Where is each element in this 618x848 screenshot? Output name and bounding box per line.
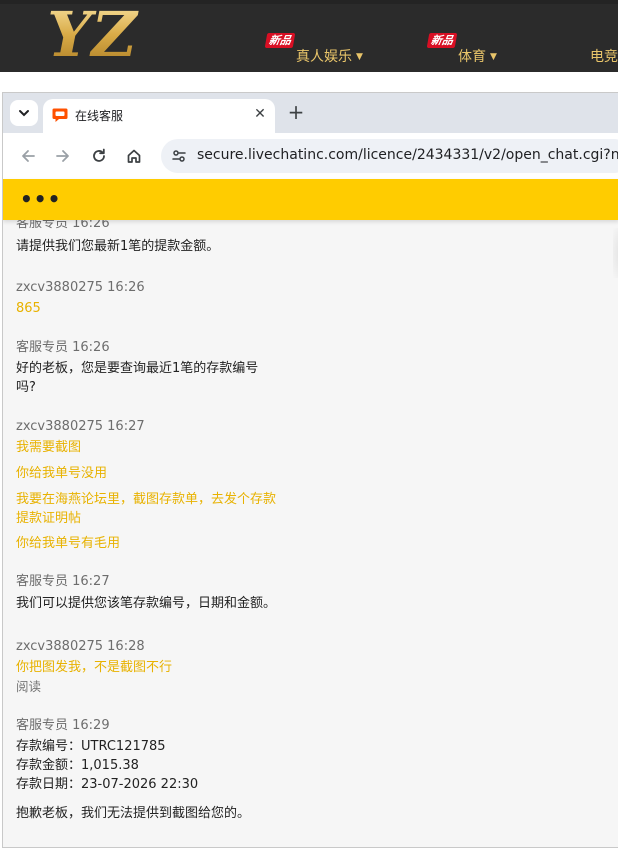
browser-window: 在线客服 ✕ + secure.livechatinc.com/licence/… [2, 92, 618, 848]
new-badge: 新品 [426, 33, 458, 48]
chat-transcript[interactable]: 客服专员 16:26 请提供我们您最新1笔的提款金额。 zxcv3880275 … [3, 216, 618, 847]
more-options-icon[interactable]: ••• [20, 187, 61, 211]
home-icon [127, 149, 141, 163]
chat-message: zxcv3880275 16:26 865 [16, 279, 316, 318]
message-text: 存款编号：UTRC121785 [16, 739, 166, 754]
chat-message: 客服专员 16:26 好的老板，您是要查询最近1笔的存款编号 吗? [16, 339, 316, 397]
read-status: 阅读 [16, 679, 42, 694]
message-text: 存款日期：23-07-2026 22:30 [16, 777, 199, 792]
message-text: 抱歉老板，我们无法提供到截图给您的。 [16, 806, 251, 821]
caret-down-icon: ▼ [490, 52, 497, 62]
back-button[interactable] [17, 145, 39, 167]
message-text: 存款金额：1,015.38 [16, 758, 139, 773]
active-tab[interactable]: 在线客服 ✕ [43, 99, 275, 133]
message-text: 请提供我们您最新1笔的提款金额。 [16, 239, 220, 254]
tab-title: 在线客服 [75, 109, 124, 123]
menu-esports[interactable]: 电竞 [590, 46, 618, 66]
address-bar[interactable]: secure.livechatinc.com/licence/2434331/v… [161, 139, 618, 173]
new-tab-button[interactable]: + [285, 101, 307, 123]
arrow-left-icon [22, 150, 35, 162]
chevron-down-icon [19, 110, 29, 117]
site-header: YZ 新品 真人娱乐 ▼ 新品 体育 ▼ 电竞 [0, 0, 618, 72]
reload-button[interactable] [88, 145, 110, 167]
message-text: 我需要截图 [16, 440, 82, 455]
browser-toolbar: secure.livechatinc.com/licence/2434331/v… [3, 133, 618, 179]
message-author: zxcv3880275 16:28 [16, 639, 145, 654]
arrow-right-icon [56, 150, 69, 162]
chat-message: 客服专员 16:26 请提供我们您最新1笔的提款金额。 [16, 215, 316, 256]
message-text: 吗? [16, 380, 36, 395]
chat-message: zxcv3880275 16:27 我需要截图 你给我单号没用 我要在海燕论坛里… [16, 418, 316, 553]
message-author: zxcv3880275 16:27 [16, 419, 145, 434]
site-info-button[interactable] [169, 146, 189, 166]
caret-down-icon: ▼ [356, 52, 363, 62]
chat-message: 客服专员 16:27 我们可以提供您该笔存款编号，日期和金额。 [16, 573, 316, 613]
url-text: secure.livechatinc.com/licence/2434331/v… [197, 147, 618, 163]
menu-sports-label: 体育 [458, 49, 486, 65]
tab-search-button[interactable] [10, 100, 38, 126]
site-logo[interactable]: YZ [44, 2, 140, 64]
reload-icon [93, 148, 105, 162]
menu-live-casino[interactable]: 真人娱乐 ▼ [296, 46, 363, 66]
forward-button[interactable] [52, 145, 74, 167]
chat-message: 客服专员 16:29 存款编号：UTRC121785 存款金额：1,015.38… [16, 717, 316, 823]
chat-header: ••• [3, 179, 618, 220]
menu-sports[interactable]: 体育 ▼ [458, 46, 497, 66]
tune-icon [172, 150, 186, 162]
message-text: 你给我单号有毛用 [16, 536, 121, 551]
scroll-shadow [613, 228, 618, 278]
message-text: 提款证明帖 [16, 511, 82, 526]
message-text: 我们可以提供您该笔存款编号，日期和金额。 [16, 596, 277, 611]
message-text: 我要在海燕论坛里，截图存款单，去发个存款 [16, 492, 277, 507]
message-author: 客服专员 16:27 [16, 574, 110, 589]
message-author: 客服专员 16:26 [16, 340, 110, 355]
close-icon[interactable]: ✕ [251, 105, 269, 123]
message-author: 客服专员 16:29 [16, 718, 110, 733]
chat-message: zxcv3880275 16:28 你把图发我，不是截图不行 阅读 [16, 638, 316, 696]
message-text: 你给我单号没用 [16, 466, 108, 481]
menu-esports-label: 电竞 [590, 49, 618, 65]
home-button[interactable] [123, 145, 145, 167]
site-logo-text: YZ [47, 2, 139, 64]
chat-bubble-icon [52, 108, 68, 122]
message-author: zxcv3880275 16:26 [16, 280, 145, 295]
message-text: 865 [16, 301, 41, 316]
message-text: 你把图发我，不是截图不行 [16, 660, 173, 675]
menu-live-casino-label: 真人娱乐 [296, 49, 352, 65]
tab-bar: 在线客服 ✕ + [3, 93, 618, 133]
page-gap [0, 72, 618, 92]
message-text: 好的老板，您是要查询最近1笔的存款编号 [16, 361, 259, 376]
new-badge: 新品 [264, 33, 296, 48]
